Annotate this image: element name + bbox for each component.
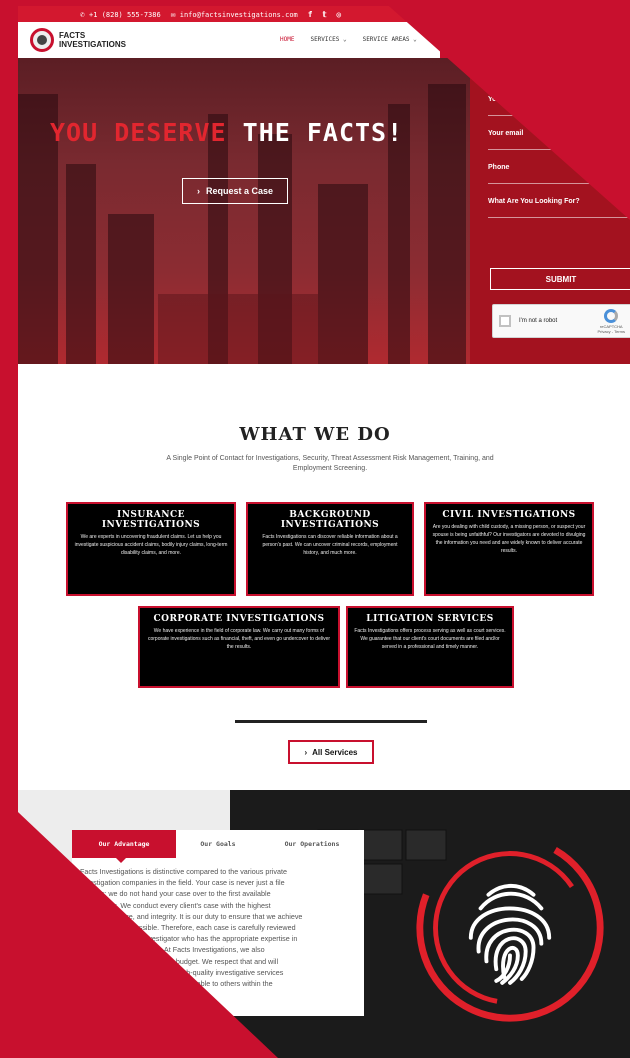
city-building — [318, 184, 368, 364]
nav-services[interactable]: SERVICES ⌄ — [310, 36, 346, 43]
hero-section: YOU DESERVE THE FACTS! › Request a Case … — [18, 58, 630, 364]
service-card-title: BACKGROUND INVESTIGATIONS — [280, 510, 380, 530]
advantage-line: provide you with professional, high-qual… — [80, 967, 284, 977]
service-card-text: Facts Investigations can discover reliab… — [262, 534, 398, 556]
hero-title-white: THE FACTS! — [242, 118, 404, 147]
email-label: Your email — [488, 130, 524, 137]
city-rooftop — [158, 294, 318, 364]
service-card[interactable]: BACKGROUND INVESTIGATIONS Facts Investig… — [246, 502, 414, 596]
advantage-line: investigation companies in the field. Yo… — [80, 878, 285, 888]
all-services-button[interactable]: › All Services — [288, 740, 374, 764]
advantage-line: the investigation required. At Facts Inv… — [80, 945, 265, 955]
recaptcha-checkbox[interactable] — [499, 315, 511, 327]
request-case-button[interactable]: › Request a Case — [182, 178, 288, 204]
main-nav: HOME SERVICES ⌄ SERVICE AREAS ⌄ — [280, 36, 417, 43]
city-building — [66, 164, 96, 364]
contact-bar: ✆ +1 (828) 555-7386 ✉ info@factsinvestig… — [18, 6, 438, 22]
advantage-line: the best results possible. Therefore, ea… — [80, 923, 296, 933]
recaptcha-label: I'm not a robot — [519, 318, 558, 324]
site-header: FACTS INVESTIGATIONS HOME SERVICES ⌄ SER… — [18, 22, 440, 58]
tab-our-operations[interactable]: Our Operations — [262, 830, 362, 858]
phone-icon: ✆ — [80, 9, 85, 19]
advantage-line: Facts Investigations is distinctive comp… — [80, 867, 287, 876]
service-card-title: CIVIL INVESTIGATIONS — [442, 510, 576, 520]
hero-title: YOU DESERVE THE FACTS! — [50, 118, 403, 147]
nav-service-areas[interactable]: SERVICE AREAS ⌄ — [363, 36, 417, 43]
name-label: Your name — [488, 96, 524, 103]
tab-our-goals[interactable]: Our Goals — [176, 830, 260, 858]
email-field[interactable] — [488, 140, 630, 150]
service-card[interactable]: CORPORATE INVESTIGATIONS We have experie… — [138, 606, 340, 688]
chevron-right-icon: › — [304, 747, 308, 757]
city-building — [428, 84, 466, 364]
recaptcha-logo-icon: reCAPTCHA Privacy - Terms — [598, 309, 625, 334]
section-divider — [235, 720, 427, 723]
fingerprint-icon — [416, 834, 604, 1022]
logo-line-1: FACTS — [59, 31, 86, 40]
advantage-line: at competitive rates, and are comparable… — [80, 979, 273, 989]
hero-title-red: YOU DESERVE — [50, 118, 227, 147]
service-card-text: We are experts in uncovering fraudulent … — [74, 534, 228, 556]
advantage-line: investigator. We conduct every client's … — [80, 900, 271, 910]
submit-button[interactable]: SUBMIT — [490, 268, 630, 290]
service-card[interactable]: CIVIL INVESTIGATIONS Are you dealing wit… — [424, 502, 594, 596]
looking-for-label: What Are You Looking For? — [488, 198, 580, 205]
nav-home[interactable]: HOME — [280, 36, 294, 43]
service-card-text: Are you dealing with child custody, a mi… — [432, 524, 586, 554]
tab-our-advantage[interactable]: Our Advantage — [72, 830, 176, 863]
service-card-title: INSURANCE INVESTIGATIONS — [101, 510, 201, 530]
section-title: WHAT WE DO — [239, 424, 391, 445]
recaptcha-widget: I'm not a robot reCAPTCHA Privacy - Terms — [492, 304, 630, 338]
phone-field[interactable] — [488, 174, 630, 184]
service-card-title: CORPORATE INVESTIGATIONS — [153, 614, 325, 624]
recaptcha-footer[interactable]: Privacy - Terms — [598, 329, 625, 334]
request-case-label: Request a Case — [205, 186, 274, 196]
advantage-line: and assigned to an investigator who has … — [80, 934, 298, 944]
advantage-text: Facts Investigations is distinctive comp… — [80, 866, 362, 989]
service-card-title: LITIGATION SERVICES — [366, 614, 494, 624]
email-address: info@factsinvestigations.com — [179, 10, 298, 19]
logo-badge-icon — [30, 28, 54, 52]
facebook-icon[interactable]: f — [308, 10, 313, 19]
logo-line-2: INVESTIGATIONS — [59, 40, 126, 49]
service-card[interactable]: LITIGATION SERVICES Facts Investigations… — [346, 606, 514, 688]
advantage-tabs: Our Advantage Our Goals Our Operations F… — [72, 830, 364, 1016]
twitter-icon[interactable]: 𝕥 — [323, 10, 327, 19]
advantage-line: number; we do not hand your case over to… — [80, 889, 271, 899]
service-card-text: We have experience in the field of corpo… — [147, 628, 331, 650]
advantage-line: confidence, care, and integrity. It is o… — [80, 911, 303, 921]
all-services-label: All Services — [312, 747, 358, 757]
phone-link[interactable]: ✆ +1 (828) 555-7386 — [80, 10, 161, 19]
advantage-line: understand every client has a budget. We… — [80, 956, 279, 966]
logo-text: FACTS INVESTIGATIONS — [59, 31, 129, 49]
looking-for-field[interactable] — [488, 208, 630, 218]
email-link[interactable]: ✉ info@factsinvestigations.com — [171, 10, 298, 19]
site-logo[interactable]: FACTS INVESTIGATIONS — [30, 28, 129, 52]
city-building — [108, 214, 154, 364]
chevron-right-icon: › — [196, 186, 200, 196]
phone-label: Phone — [488, 164, 510, 171]
service-card[interactable]: INSURANCE INVESTIGATIONS We are experts … — [66, 502, 236, 596]
page-canvas: ✆ +1 (828) 555-7386 ✉ info@factsinvestig… — [0, 0, 630, 1058]
section-subtitle: A Single Point of Contact for Investigat… — [166, 455, 494, 472]
service-card-text: Facts Investigations offers process serv… — [354, 628, 506, 650]
name-field[interactable] — [488, 106, 630, 116]
mail-icon: ✉ — [170, 9, 176, 19]
instagram-icon[interactable]: ◎ — [336, 10, 341, 19]
contact-form: Your name Your email Phone What Are You … — [470, 58, 630, 364]
phone-number: +1 (828) 555-7386 — [89, 10, 161, 19]
